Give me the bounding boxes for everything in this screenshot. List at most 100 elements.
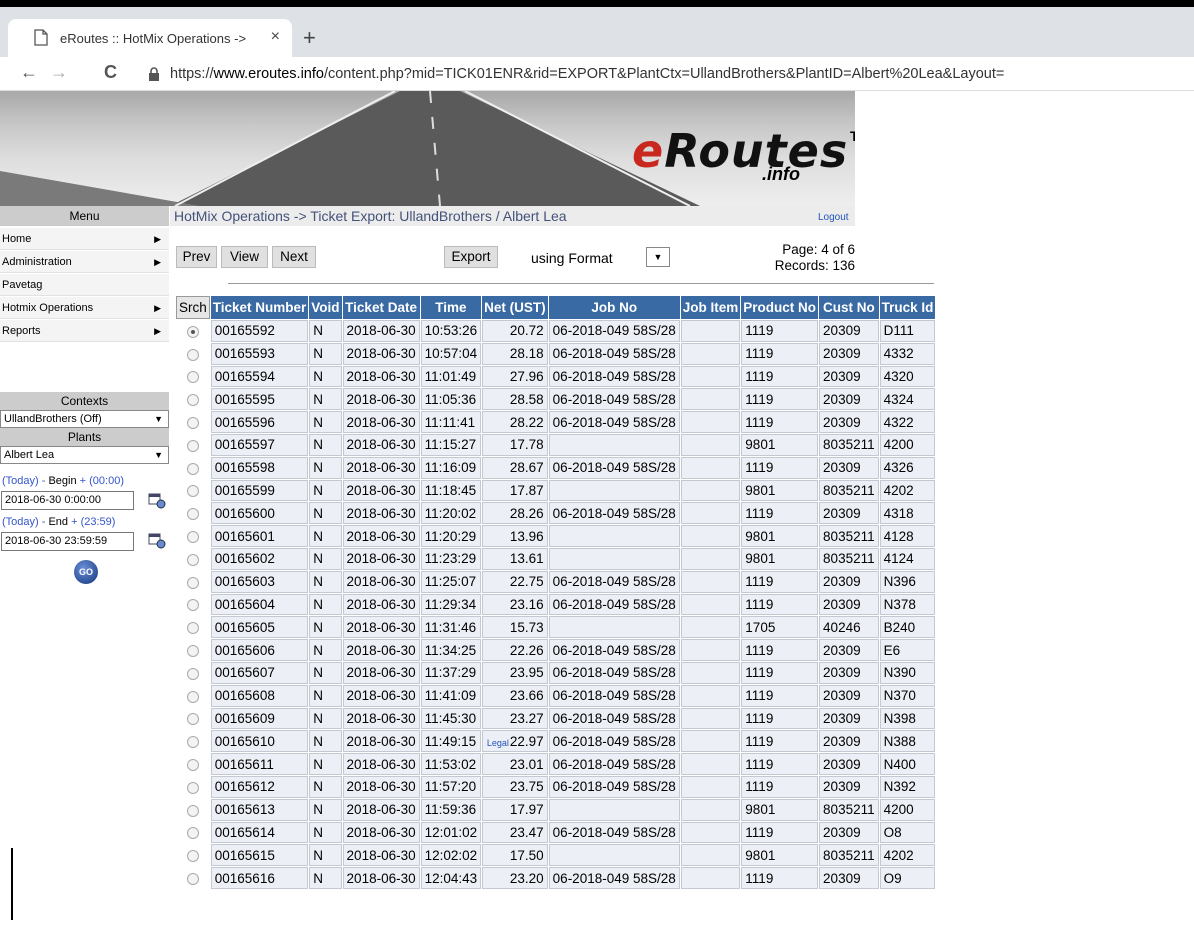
row-select-cell (176, 525, 210, 547)
legal-link[interactable]: Legal (487, 738, 509, 748)
close-tab-icon[interactable]: × (271, 28, 280, 46)
cell-net: 23.20 (482, 867, 548, 889)
cell-net: 23.95 (482, 661, 548, 684)
end-label[interactable]: (Today) - End + (23:59) (0, 514, 115, 530)
browser-tab[interactable]: eRoutes :: HotMix Operations -> × (8, 19, 292, 57)
row-radio[interactable] (186, 439, 199, 452)
begin-date-input[interactable]: 2018-06-30 0:00:00 (1, 491, 134, 510)
row-radio[interactable] (186, 781, 199, 794)
begin-label[interactable]: (Today) - Begin + (00:00) (0, 473, 124, 489)
go-button[interactable]: GO (74, 560, 98, 584)
row-radio[interactable] (186, 850, 199, 863)
column-header: Time (420, 296, 482, 319)
logout-link[interactable]: Logout (818, 212, 849, 223)
row-radio[interactable] (186, 872, 199, 885)
menu-item-administration[interactable]: Administration ▶ (0, 251, 169, 273)
cell-net: 13.61 (482, 547, 548, 570)
cell-date: 2018-06-30 (342, 502, 420, 525)
reload-icon[interactable]: C (104, 62, 117, 83)
cell-net: 28.22 (482, 411, 548, 433)
lock-icon[interactable] (148, 67, 160, 86)
url-field[interactable]: https://www.eroutes.info/content.php?mid… (170, 66, 1004, 82)
end-time-link[interactable]: + (23:59) (68, 516, 115, 528)
row-radio[interactable] (186, 758, 199, 771)
begin-time-link[interactable]: + (00:00) (77, 475, 124, 487)
chevron-down-icon: ▼ (653, 252, 663, 262)
cell-truck: 4128 (879, 525, 936, 547)
row-radio[interactable] (186, 485, 199, 498)
prev-button[interactable]: Prev (176, 246, 217, 268)
cell-product: 1119 (741, 753, 819, 775)
cell-job: 06-2018-049 58S/28 (548, 639, 680, 661)
column-header[interactable]: Srch (176, 296, 210, 319)
net-value: 23.75 (509, 779, 544, 795)
row-radio[interactable] (186, 462, 199, 475)
format-select[interactable]: ▼ (646, 247, 670, 267)
table-row: 00165612 N 2018-06-30 11:57:20 23.75 06-2018-… (176, 775, 936, 798)
menu-item-reports[interactable]: Reports ▶ (0, 320, 169, 342)
cell-item (680, 775, 741, 798)
row-radio[interactable] (186, 553, 199, 566)
row-radio[interactable] (186, 804, 199, 817)
submenu-arrow-icon: ▶ (154, 257, 161, 267)
row-radio[interactable] (186, 713, 199, 726)
context-select[interactable]: UllandBrothers (Off) ▼ (0, 410, 169, 428)
cell-date: 2018-06-30 (342, 798, 420, 821)
row-radio[interactable] (186, 394, 199, 407)
export-button[interactable]: Export (444, 246, 498, 268)
cell-truck: O8 (879, 821, 936, 844)
row-radio[interactable] (186, 622, 199, 635)
view-button[interactable]: View (221, 246, 268, 268)
cell-job: 06-2018-049 58S/28 (548, 593, 680, 616)
row-radio[interactable] (186, 325, 199, 338)
submenu-arrow-icon: ▶ (154, 326, 161, 336)
row-radio[interactable] (186, 348, 199, 361)
begin-today-link[interactable]: (Today) - (2, 475, 48, 487)
net-value: 28.58 (509, 391, 544, 407)
row-select-cell (176, 639, 210, 661)
row-radio[interactable] (186, 690, 199, 703)
end-today-link[interactable]: (Today) - (2, 516, 48, 528)
row-radio[interactable] (186, 417, 199, 430)
next-button[interactable]: Next (272, 246, 316, 268)
calendar-icon[interactable] (148, 493, 166, 509)
calendar-icon[interactable] (148, 533, 166, 549)
cell-net: 15.73 (482, 616, 548, 639)
row-radio[interactable] (186, 667, 199, 680)
cell-void: N (309, 844, 342, 867)
cell-truck: 4318 (879, 502, 936, 525)
menu-item-home[interactable]: Home ▶ (0, 228, 169, 250)
net-value: 17.87 (509, 482, 544, 498)
plant-select[interactable]: Albert Lea ▼ (0, 446, 169, 464)
cell-date: 2018-06-30 (342, 753, 420, 775)
row-radio[interactable] (186, 531, 199, 543)
cell-cust: 20309 (819, 320, 879, 342)
row-radio[interactable] (186, 599, 199, 612)
cell-date: 2018-06-30 (342, 730, 420, 753)
row-radio[interactable] (186, 371, 199, 384)
cell-product: 9801 (741, 479, 819, 502)
row-select-cell (176, 320, 210, 342)
logo-tm: TM (850, 128, 855, 144)
cell-job: 06-2018-049 58S/28 (548, 456, 680, 479)
cell-date: 2018-06-30 (342, 547, 420, 570)
end-date-input[interactable]: 2018-06-30 23:59:59 (1, 532, 134, 551)
cell-net: 17.50 (482, 844, 548, 867)
row-radio[interactable] (186, 827, 199, 840)
url-path: /content.php?mid=TICK01ENR&rid=EXPORT&Pl… (323, 66, 1005, 82)
forward-icon[interactable]: → (50, 62, 68, 83)
submenu-arrow-icon: ▶ (154, 234, 161, 244)
back-icon[interactable]: ← (20, 62, 38, 83)
new-tab-button[interactable]: + (303, 25, 316, 51)
table-row: 00165601 N 2018-06-30 11:20:29 13.96 9801 8035… (176, 525, 936, 547)
row-radio[interactable] (186, 508, 199, 521)
row-radio[interactable] (186, 644, 199, 657)
row-radio[interactable] (186, 736, 199, 749)
cell-product: 1119 (741, 320, 819, 342)
table-row: 00165608 N 2018-06-30 11:41:09 23.66 06-2018-… (176, 684, 936, 707)
menu-item-hotmix-operations[interactable]: Hotmix Operations ▶ (0, 297, 169, 319)
net-value: 22.97 (509, 733, 544, 749)
row-radio[interactable] (186, 576, 199, 589)
menu-item-pavetag[interactable]: Pavetag (0, 274, 169, 296)
cell-time: 11:15:27 (420, 433, 482, 456)
